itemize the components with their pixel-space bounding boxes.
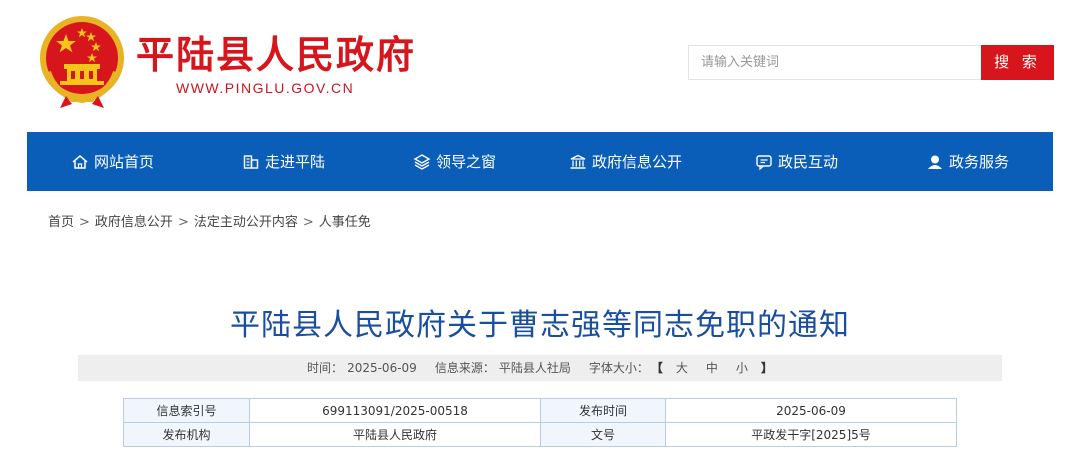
time-label: 时间： [307, 361, 344, 375]
breadcrumb-separator: > [79, 215, 90, 230]
font-size-large-button[interactable]: 大 [676, 361, 688, 375]
nav-item-label: 领导之窗 [435, 153, 496, 171]
breadcrumb-gov-info[interactable]: 政府信息公开 [95, 215, 173, 230]
breadcrumb-home[interactable]: 首页 [48, 215, 74, 230]
index-number-label: 信息索引号 [123, 398, 250, 423]
nav-item-label: 政务服务 [948, 153, 1009, 171]
main-nav: 网站首页 走进平陆 领导之窗 政府信息公开 政民互动 政务服务 [27, 132, 1053, 191]
table-row: 信息索引号 699113091/2025-00518 发布时间 2025-06-… [123, 398, 957, 423]
table-row: 发布机构 平陆县人民政府 文号 平政发干字[2025]5号 [123, 422, 957, 447]
font-size-label: 字体大小： [588, 361, 649, 375]
publish-time: 2025-06-09 [347, 361, 417, 375]
site-header: 平陆县人民政府 WWW.PINGLU.GOV.CN 请输入关键词 搜 索 [0, 0, 1080, 130]
breadcrumb-personnel[interactable]: 人事任免 [319, 215, 371, 230]
nav-item-home[interactable]: 网站首页 [27, 132, 198, 191]
breadcrumb: 首页 > 政府信息公开 > 法定主动公开内容 > 人事任免 [48, 211, 371, 230]
bracket-close: 】 [760, 361, 773, 375]
font-size-small-button[interactable]: 小 [736, 361, 748, 375]
breadcrumb-public-content[interactable]: 法定主动公开内容 [194, 215, 298, 230]
search-button[interactable]: 搜 索 [981, 45, 1054, 80]
source-label: 信息来源： [434, 361, 495, 375]
index-number-value: 699113091/2025-00518 [249, 398, 541, 423]
user-service-icon [926, 153, 944, 171]
breadcrumb-separator: > [302, 215, 314, 230]
publish-time-label: 发布时间 [540, 398, 666, 423]
publish-time-value: 2025-06-09 [665, 398, 957, 423]
chat-icon [755, 153, 773, 171]
document-number-value: 平政发干字[2025]5号 [665, 422, 957, 447]
government-icon [569, 153, 587, 171]
publisher-label: 发布机构 [123, 422, 250, 447]
layers-icon [413, 153, 431, 171]
bracket-open: 【 [656, 361, 663, 375]
document-number-label: 文号 [540, 422, 666, 447]
home-icon [71, 153, 89, 171]
info-source: 平陆县人社局 [498, 361, 571, 375]
breadcrumb-separator: > [177, 215, 189, 230]
search-input[interactable]: 请输入关键词 [688, 45, 981, 80]
article-title: 平陆县人民政府关于曹志强等同志免职的通知 [230, 308, 850, 343]
document-info-table: 信息索引号 699113091/2025-00518 发布时间 2025-06-… [123, 398, 957, 447]
site-title[interactable]: 平陆县人民政府 [136, 24, 416, 79]
national-emblem-icon[interactable] [36, 12, 128, 110]
nav-item-about[interactable]: 走进平陆 [198, 132, 369, 191]
nav-item-gov-info[interactable]: 政府信息公开 [540, 132, 711, 191]
site-url: WWW.PINGLU.GOV.CN [176, 80, 355, 96]
nav-item-services[interactable]: 政务服务 [882, 132, 1053, 191]
publisher-value: 平陆县人民政府 [249, 422, 541, 447]
font-size-medium-button[interactable]: 中 [706, 361, 718, 375]
nav-item-label: 政府信息公开 [591, 153, 682, 171]
building-icon [242, 153, 260, 171]
nav-item-interaction[interactable]: 政民互动 [711, 132, 882, 191]
nav-item-leaders[interactable]: 领导之窗 [369, 132, 540, 191]
nav-item-label: 走进平陆 [264, 153, 325, 171]
nav-item-label: 政民互动 [777, 153, 838, 171]
nav-item-label: 网站首页 [93, 153, 154, 171]
article-meta-bar: 时间： 2025-06-09 信息来源： 平陆县人社局 字体大小： 【大 中 小】 [78, 355, 1002, 381]
